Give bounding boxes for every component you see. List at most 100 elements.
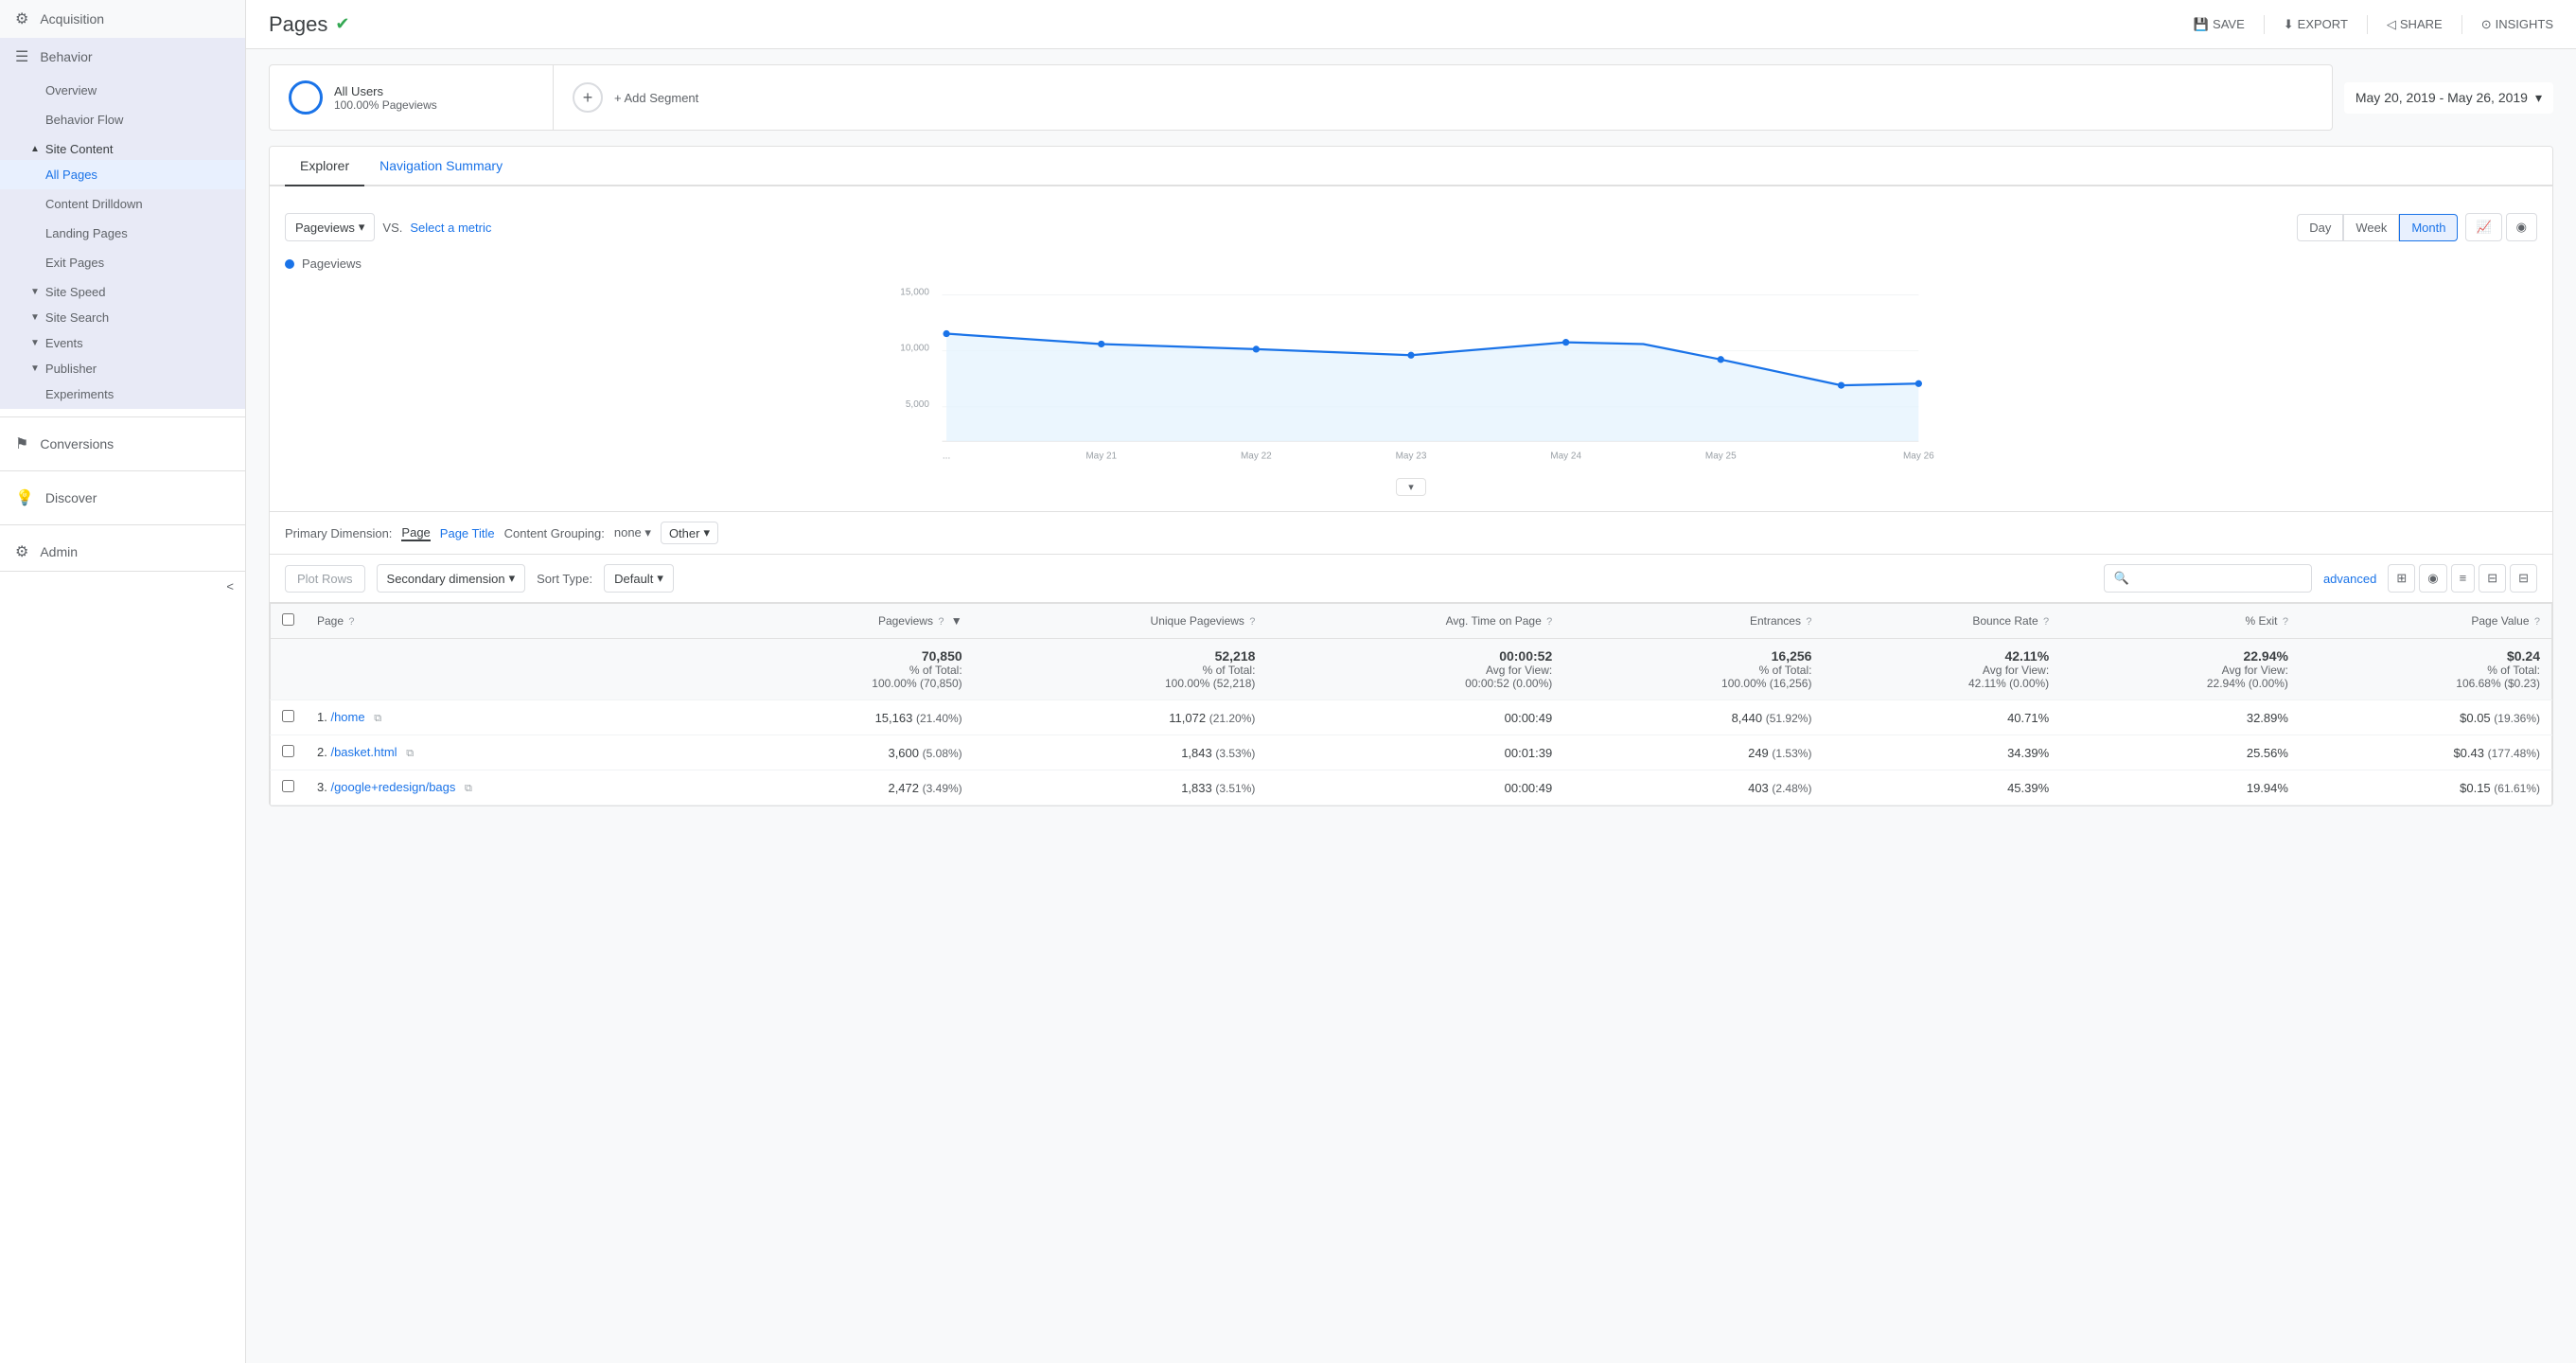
grid-view-button[interactable]: ⊞ (2388, 564, 2415, 593)
row3-exit-cell: 19.94% (2060, 770, 2300, 805)
sidebar-subitem-landing-pages[interactable]: Landing Pages (0, 219, 245, 248)
sidebar-item-conversions[interactable]: ⚑ Conversions (0, 425, 245, 463)
pie-chart-button[interactable]: ◉ (2506, 213, 2537, 241)
row1-copy-icon[interactable]: ⧉ (374, 713, 381, 724)
entrances-column-header[interactable]: Entrances ? (1563, 604, 1823, 639)
filter-view-button[interactable]: ⊟ (2479, 564, 2506, 593)
page-column-header[interactable]: Page ? (306, 604, 714, 639)
sidebar-section-publisher[interactable]: ▼ Publisher (0, 354, 245, 380)
sidebar-divider (0, 416, 245, 417)
tab-navigation-summary[interactable]: Navigation Summary (364, 147, 518, 186)
row3-entrances-pct: (2.48%) (1772, 782, 1811, 795)
row2-pagevalue-pct: (177.48%) (2488, 747, 2540, 760)
sidebar-subitem-behavior-flow[interactable]: Behavior Flow (0, 105, 245, 134)
conversions-label: Conversions (40, 436, 114, 451)
entrances-help-icon[interactable]: ? (1806, 616, 1811, 628)
row3-page-link[interactable]: /google+redesign/bags (330, 780, 455, 794)
sidebar-item-acquisition[interactable]: ⚙ Acquisition (0, 0, 245, 38)
bounce-rate-column-header[interactable]: Bounce Rate ? (1823, 604, 2060, 639)
y-axis-label-5000: 5,000 (906, 399, 929, 410)
sidebar-section-site-content[interactable]: ▲ Site Content (0, 134, 245, 160)
day-button[interactable]: Day (2297, 214, 2343, 241)
unique-help-icon[interactable]: ? (1249, 616, 1255, 628)
save-button[interactable]: 💾 SAVE (2194, 17, 2245, 32)
sidebar-subitem-content-drilldown[interactable]: Content Drilldown (0, 189, 245, 219)
pageviews-column-header[interactable]: Pageviews ? ▼ (714, 604, 973, 639)
x-label-may22: May 22 (1241, 451, 1272, 461)
comparison-view-button[interactable]: ≡ (2451, 564, 2476, 593)
avgtime-help-icon[interactable]: ? (1546, 616, 1552, 628)
checkbox-header (271, 604, 307, 639)
insights-button[interactable]: ⊙ INSIGHTS (2481, 17, 2553, 32)
exit-pct-header-label: % Exit (2245, 614, 2277, 628)
row2-checkbox[interactable] (282, 745, 294, 757)
row2-bounce-cell: 34.39% (1823, 735, 2060, 770)
advanced-link[interactable]: advanced (2323, 572, 2376, 586)
month-button[interactable]: Month (2399, 214, 2458, 241)
data-point-3 (1253, 345, 1260, 352)
sidebar-subitem-overview[interactable]: Overview (0, 76, 245, 105)
acquisition-icon: ⚙ (15, 9, 28, 28)
row2-bounce: 34.39% (2007, 746, 2049, 760)
bounce-help-icon[interactable]: ? (2043, 616, 2049, 628)
summary-bounce-avg-label: Avg for View: (1834, 664, 2049, 677)
export-button[interactable]: ⬇ EXPORT (2284, 17, 2348, 32)
columns-view-button[interactable]: ⊟ (2510, 564, 2537, 593)
select-all-checkbox[interactable] (282, 613, 294, 626)
add-segment-button[interactable]: + + Add Segment (554, 67, 717, 128)
sort-type-dropdown[interactable]: Default ▾ (604, 564, 674, 593)
row2-page-link[interactable]: /basket.html (330, 745, 397, 759)
sidebar-item-behavior[interactable]: ☰ Behavior (0, 38, 245, 76)
week-button[interactable]: Week (2343, 214, 2399, 241)
pagevalue-help-icon[interactable]: ? (2534, 616, 2540, 628)
summary-pagevalue-cell: $0.24 % of Total: 106.68% ($0.23) (2300, 639, 2552, 700)
sidebar-item-discover[interactable]: 💡 Discover (0, 479, 245, 517)
pie-view-button[interactable]: ◉ (2419, 564, 2446, 593)
main-content: Pages ✔ 💾 SAVE ⬇ EXPORT ◁ SHARE ⊙ INSIGH… (246, 0, 2576, 1363)
dimension-page-link[interactable]: Page (401, 525, 430, 541)
sidebar-section-events[interactable]: ▼ Events (0, 328, 245, 354)
row3-checkbox-cell (271, 770, 307, 805)
sidebar-subitem-experiments[interactable]: Experiments (0, 380, 245, 409)
row1-page-link[interactable]: /home (330, 710, 364, 724)
sidebar-section-site-speed[interactable]: ▼ Site Speed (0, 277, 245, 303)
page-help-icon[interactable]: ? (348, 616, 354, 628)
row2-copy-icon[interactable]: ⧉ (406, 748, 414, 759)
page-value-column-header[interactable]: Page Value ? (2300, 604, 2552, 639)
chart-expand-button[interactable]: ▾ (1396, 478, 1426, 496)
unique-pageviews-column-header[interactable]: Unique Pageviews ? (974, 604, 1267, 639)
date-range-picker[interactable]: May 20, 2019 - May 26, 2019 ▾ (2344, 82, 2553, 114)
plot-rows-button[interactable]: Plot Rows (285, 565, 365, 593)
line-chart-button[interactable]: 📈 (2465, 213, 2501, 241)
metric-dropdown[interactable]: Pageviews ▾ (285, 213, 375, 241)
tab-explorer[interactable]: Explorer (285, 147, 364, 186)
share-button[interactable]: ◁ SHARE (2387, 17, 2443, 32)
sidebar-subitem-all-pages[interactable]: All Pages (0, 160, 245, 189)
content-grouping-none[interactable]: none ▾ (614, 525, 651, 540)
row1-pagevalue: $0.05 (2460, 711, 2491, 725)
row3-copy-icon[interactable]: ⧉ (465, 783, 472, 794)
sidebar-collapse-button[interactable]: < (0, 571, 245, 601)
y-axis-label-10000: 10,000 (900, 344, 929, 354)
experiments-label: Experiments (45, 387, 114, 401)
secondary-dimension-dropdown[interactable]: Secondary dimension ▾ (377, 564, 526, 593)
sidebar-subitem-exit-pages[interactable]: Exit Pages (0, 248, 245, 277)
exit-help-icon[interactable]: ? (2283, 616, 2288, 628)
select-metric-link[interactable]: Select a metric (410, 221, 491, 235)
sidebar-divider-2 (0, 470, 245, 471)
sidebar-section-site-search[interactable]: ▼ Site Search (0, 303, 245, 328)
pageviews-help-icon[interactable]: ? (938, 616, 944, 628)
row1-checkbox[interactable] (282, 710, 294, 722)
row3-checkbox[interactable] (282, 780, 294, 792)
other-dropdown[interactable]: Other ▾ (661, 522, 718, 544)
search-input[interactable] (2135, 572, 2302, 586)
segment-all-users[interactable]: All Users 100.00% Pageviews (270, 65, 554, 130)
sidebar-item-admin[interactable]: ⚙ Admin (0, 533, 245, 571)
summary-unique-pct-label: % of Total: (985, 664, 1256, 677)
row1-page-cell: 1. /home ⧉ (306, 700, 714, 735)
avg-time-column-header[interactable]: Avg. Time on Page ? (1266, 604, 1563, 639)
row2-pageviews-cell: 3,600 (5.08%) (714, 735, 973, 770)
exit-pct-column-header[interactable]: % Exit ? (2060, 604, 2300, 639)
dimension-page-title-link[interactable]: Page Title (440, 526, 495, 540)
chart-controls: Pageviews ▾ VS. Select a metric Day Week… (285, 213, 2537, 241)
